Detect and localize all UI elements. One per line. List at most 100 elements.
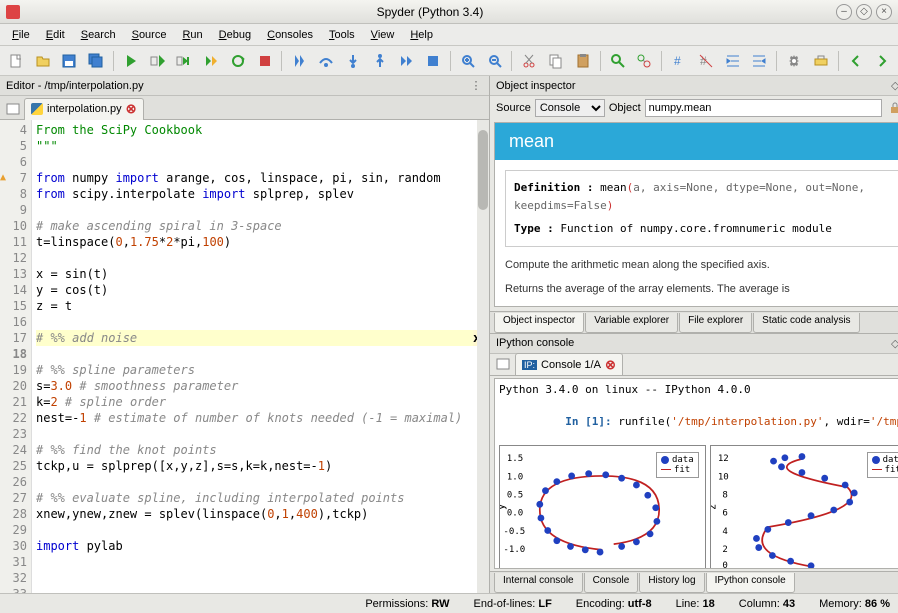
svg-text:4: 4 bbox=[722, 527, 728, 537]
menu-consoles[interactable]: Consoles bbox=[259, 26, 321, 44]
back-icon[interactable] bbox=[844, 49, 868, 73]
svg-text:0.5: 0.5 bbox=[507, 490, 523, 500]
console-tab[interactable]: IP: Console 1/A ⊗ bbox=[515, 353, 623, 375]
code-editor[interactable]: 456▲789101112131415161718192021222324252… bbox=[0, 120, 489, 593]
console-tab-label: Console 1/A bbox=[541, 359, 601, 371]
statusbar: Permissions: RW End-of-lines: LF Encodin… bbox=[0, 593, 898, 613]
save-all-icon[interactable] bbox=[84, 49, 108, 73]
cut-icon[interactable] bbox=[517, 49, 541, 73]
menu-help[interactable]: Help bbox=[402, 26, 441, 44]
tab-ipython-console[interactable]: IPython console bbox=[706, 573, 795, 593]
minimize-button[interactable]: – bbox=[836, 4, 852, 20]
menubar: FileEditSearchSourceRunDebugConsolesTool… bbox=[0, 24, 898, 46]
step-out-icon[interactable] bbox=[368, 49, 392, 73]
svg-text:6: 6 bbox=[722, 508, 727, 518]
tab-static-code-analysis[interactable]: Static code analysis bbox=[753, 313, 859, 333]
tab-variable-explorer[interactable]: Variable explorer bbox=[585, 313, 678, 333]
plot-xz: 121086420 z datafit bbox=[710, 445, 898, 569]
main-toolbar: # # bbox=[0, 46, 898, 76]
find-icon[interactable] bbox=[606, 49, 630, 73]
object-inspector-title: Object inspector bbox=[496, 80, 575, 92]
tab-history-log[interactable]: History log bbox=[639, 573, 704, 593]
forward-icon[interactable] bbox=[870, 49, 894, 73]
svg-text:10: 10 bbox=[717, 472, 728, 482]
run-selection-icon[interactable] bbox=[199, 49, 223, 73]
zoom-out-icon[interactable] bbox=[483, 49, 507, 73]
menu-view[interactable]: View bbox=[363, 26, 403, 44]
comment-icon[interactable]: # bbox=[667, 49, 691, 73]
stop-icon[interactable] bbox=[253, 49, 277, 73]
pane-undock-icon[interactable]: ◇ bbox=[888, 336, 898, 350]
save-icon[interactable] bbox=[58, 49, 82, 73]
preferences-icon[interactable] bbox=[782, 49, 806, 73]
svg-text:y: y bbox=[500, 504, 508, 510]
window-title: Spyder (Python 3.4) bbox=[28, 5, 832, 19]
menu-tools[interactable]: Tools bbox=[321, 26, 363, 44]
svg-text:2: 2 bbox=[722, 545, 727, 555]
editor-pane: Editor - /tmp/interpolation.py ⋮ interpo… bbox=[0, 76, 490, 593]
svg-text:#: # bbox=[674, 54, 681, 68]
editor-tab[interactable]: interpolation.py ⊗ bbox=[24, 98, 144, 120]
editor-scrollbar[interactable] bbox=[477, 120, 489, 593]
tab-file-explorer[interactable]: File explorer bbox=[679, 313, 752, 333]
plot-legend: datafit bbox=[867, 452, 898, 478]
pane-undock-icon[interactable]: ◇ bbox=[888, 79, 898, 93]
step-in-icon[interactable] bbox=[341, 49, 365, 73]
indent-icon[interactable] bbox=[721, 49, 745, 73]
stop-debug-icon[interactable] bbox=[421, 49, 445, 73]
uncomment-icon[interactable]: # bbox=[694, 49, 718, 73]
menu-file[interactable]: File bbox=[4, 26, 38, 44]
continue-icon[interactable] bbox=[394, 49, 418, 73]
tab-console[interactable]: Console bbox=[584, 573, 639, 593]
maximize-button[interactable]: ◇ bbox=[856, 4, 872, 20]
step-over-icon[interactable] bbox=[314, 49, 338, 73]
menu-source[interactable]: Source bbox=[124, 26, 175, 44]
app-icon bbox=[6, 5, 20, 19]
menu-edit[interactable]: Edit bbox=[38, 26, 73, 44]
ipython-pane: IPython console ◇ × IP: Console 1/A ⊗ ≡ … bbox=[490, 334, 898, 593]
unindent-icon[interactable] bbox=[747, 49, 771, 73]
open-file-icon[interactable] bbox=[31, 49, 55, 73]
object-input[interactable] bbox=[645, 99, 883, 117]
svg-text:12: 12 bbox=[717, 454, 728, 464]
copy-icon[interactable] bbox=[544, 49, 568, 73]
svg-text:0.0: 0.0 bbox=[507, 508, 523, 518]
close-tab-icon[interactable]: ⊗ bbox=[126, 101, 137, 117]
menu-search[interactable]: Search bbox=[73, 26, 124, 44]
close-console-icon[interactable]: ⊗ bbox=[605, 357, 616, 373]
pane-options-icon[interactable]: ⋮ bbox=[469, 79, 483, 93]
browse-tabs-icon[interactable] bbox=[4, 100, 22, 118]
editor-tabbar: interpolation.py ⊗ bbox=[0, 96, 489, 120]
new-file-icon[interactable] bbox=[4, 49, 28, 73]
console-banner: Python 3.4.0 on linux -- IPython 4.0.0 bbox=[499, 383, 898, 396]
doc-heading: mean bbox=[495, 123, 898, 160]
pythonpath-icon[interactable] bbox=[809, 49, 833, 73]
editor-tab-label: interpolation.py bbox=[47, 103, 122, 115]
debug-icon[interactable] bbox=[287, 49, 311, 73]
tab-object-inspector[interactable]: Object inspector bbox=[494, 313, 584, 333]
ipython-icon: IP: bbox=[522, 360, 537, 370]
lock-icon[interactable] bbox=[886, 99, 898, 117]
menu-run[interactable]: Run bbox=[174, 26, 210, 44]
doc-desc2: Returns the average of the array element… bbox=[495, 281, 898, 306]
source-label: Source bbox=[496, 102, 531, 114]
object-label: Object bbox=[609, 102, 641, 114]
run-cell-advance-icon[interactable] bbox=[172, 49, 196, 73]
svg-text:1.5: 1.5 bbox=[507, 454, 523, 464]
source-select[interactable]: Console bbox=[535, 99, 605, 117]
browse-consoles-icon[interactable] bbox=[494, 355, 512, 373]
menu-debug[interactable]: Debug bbox=[211, 26, 259, 44]
run-cell-icon[interactable] bbox=[146, 49, 170, 73]
run-again-icon[interactable] bbox=[226, 49, 250, 73]
zoom-in-icon[interactable] bbox=[456, 49, 480, 73]
svg-text:-0.5: -0.5 bbox=[503, 527, 525, 537]
replace-icon[interactable] bbox=[632, 49, 656, 73]
run-icon[interactable] bbox=[119, 49, 143, 73]
console-output[interactable]: Python 3.4.0 on linux -- IPython 4.0.0 I… bbox=[494, 378, 898, 569]
close-button[interactable]: × bbox=[876, 4, 892, 20]
tab-internal-console[interactable]: Internal console bbox=[494, 573, 583, 593]
right-top-tabs: Object inspectorVariable explorerFile ex… bbox=[490, 311, 898, 333]
plot-legend: datafit bbox=[656, 452, 699, 478]
editor-path-label: Editor - /tmp/interpolation.py bbox=[6, 80, 144, 92]
paste-icon[interactable] bbox=[571, 49, 595, 73]
